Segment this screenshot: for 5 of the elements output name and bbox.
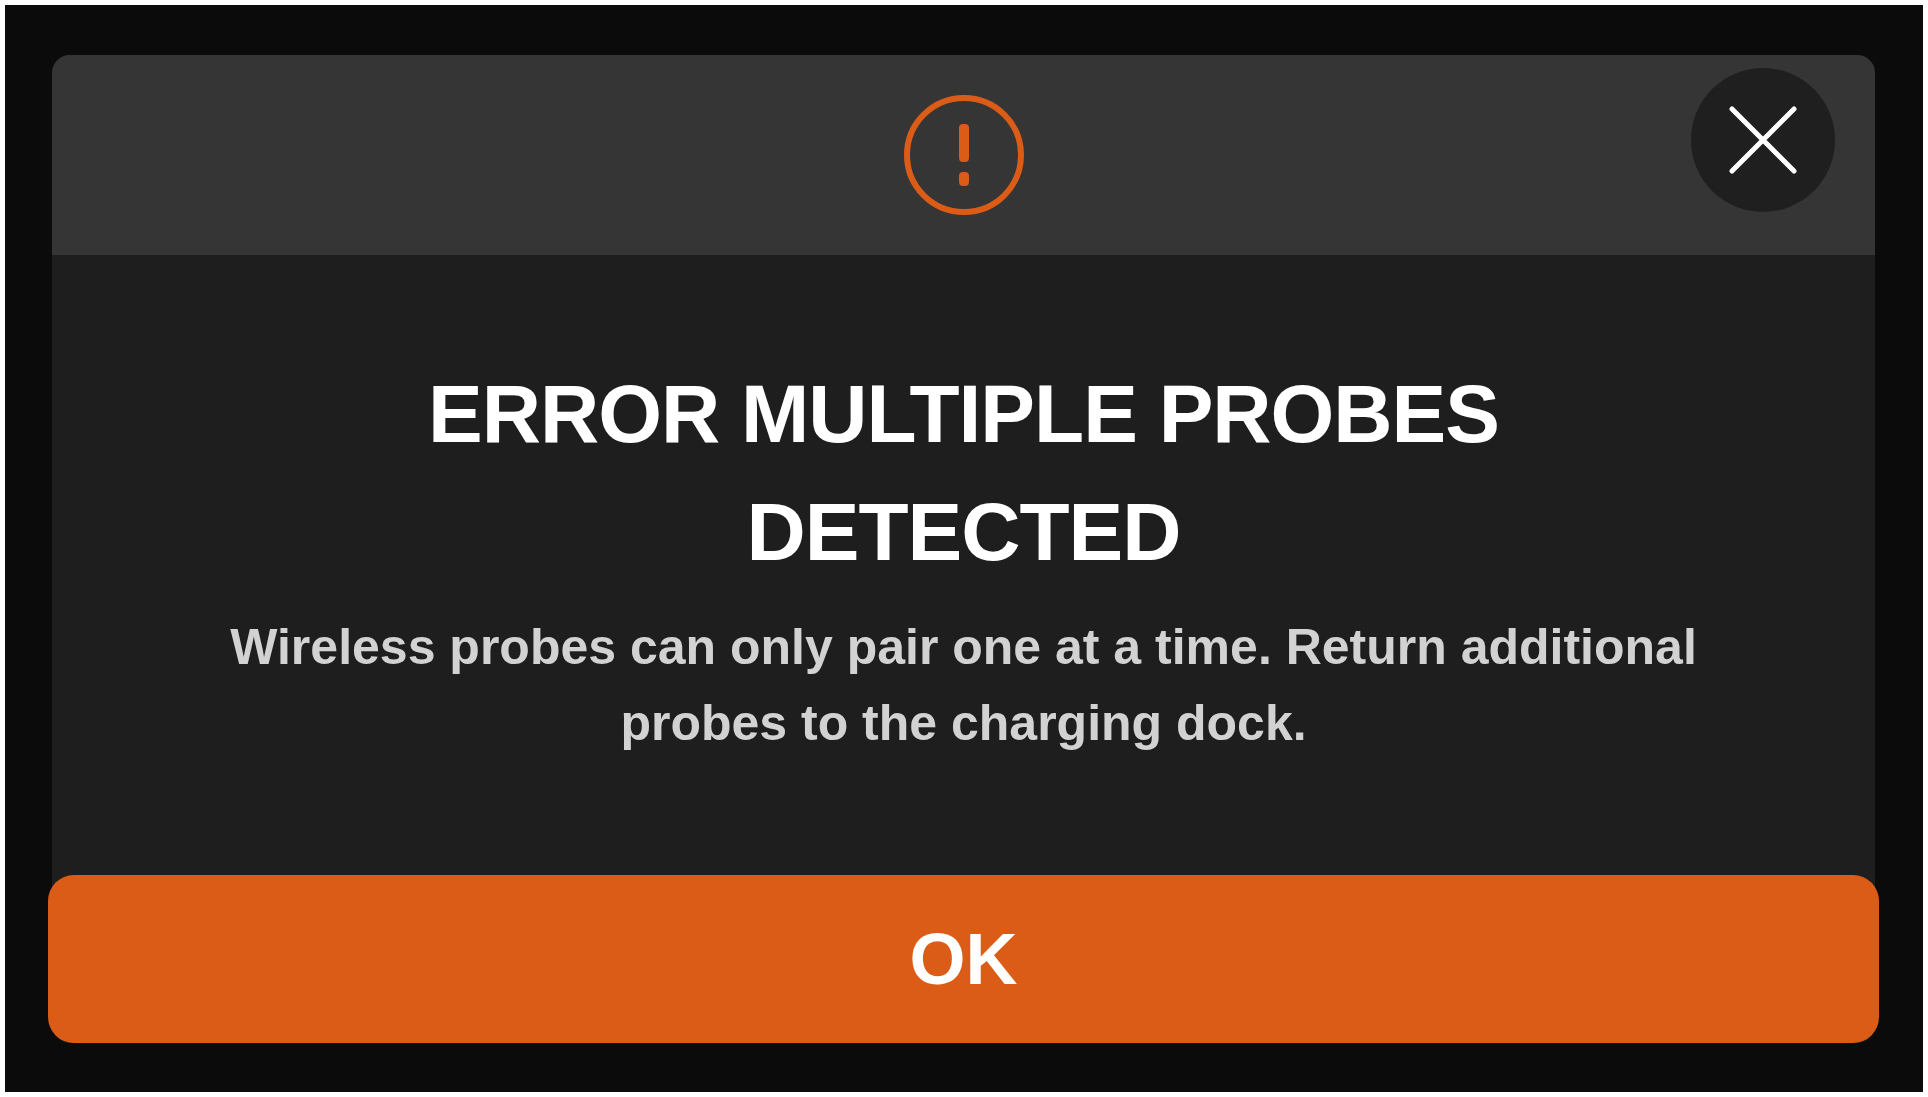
close-icon — [1729, 106, 1797, 174]
error-message: Wireless probes can only pair one at a time. Return additional probes to the charging dock. — [229, 618, 1698, 753]
ok-button[interactable]: OK — [48, 875, 1879, 1043]
error-title: ERROR MULTIPLE PROBES DETECTED — [427, 367, 1500, 579]
warning-icon — [902, 94, 1025, 216]
